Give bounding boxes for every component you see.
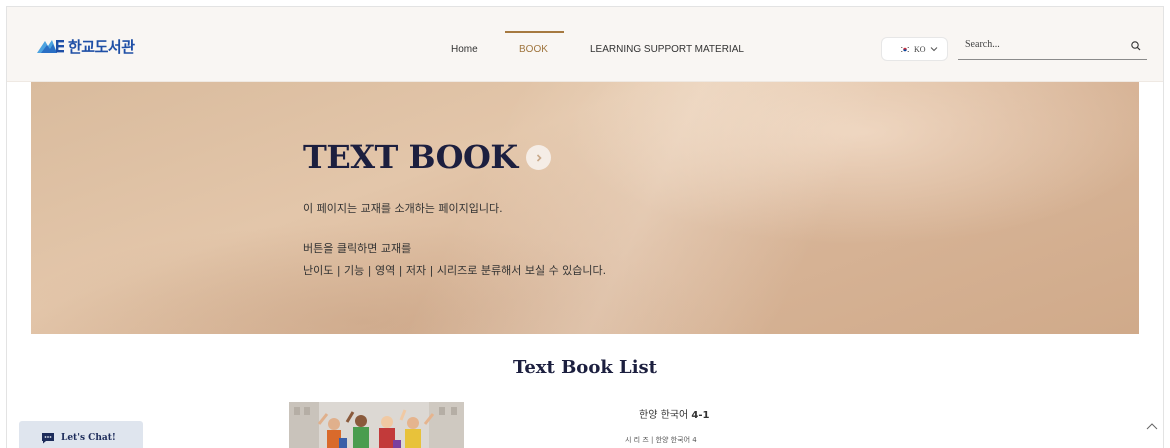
- nav-item-learning-support[interactable]: LEARNING SUPPORT MATERIAL: [590, 31, 744, 71]
- hero-description-line-3: 난이도 | 기능 | 영역 | 저자 | 시리즈로 분류해서 보실 수 있습니다…: [303, 264, 607, 277]
- hero-description-line-1: 이 페이지는 교재를 소개하는 페이지입니다.: [303, 202, 503, 215]
- search-input[interactable]: [965, 39, 1115, 50]
- hero-banner: TEXT BOOK 이 페이지는 교재를 소개하는 페이지입니다. 버튼을 클릭…: [31, 82, 1139, 334]
- search-box: [958, 33, 1147, 60]
- hero-title: TEXT BOOK: [303, 138, 518, 176]
- hero-background-texture: [31, 82, 1139, 334]
- chevron-up-icon: [1144, 420, 1160, 439]
- book-name[interactable]: 한양 한국어 4-1: [639, 406, 709, 421]
- site-header: 한교도서관 Home BOOK LEARNING SUPPORT MATERIA…: [7, 7, 1163, 82]
- nav-item-home[interactable]: Home: [451, 31, 478, 71]
- hero-arrow-button[interactable]: [526, 145, 551, 170]
- chevron-right-icon: [534, 148, 544, 167]
- book-list-title: Text Book List: [513, 357, 657, 378]
- chat-label: Let's Chat!: [61, 433, 116, 443]
- book-cover-image[interactable]: [289, 402, 464, 448]
- search-icon[interactable]: [1129, 38, 1143, 52]
- language-selector[interactable]: KO: [881, 37, 948, 61]
- book-volume: 4-1: [691, 410, 710, 421]
- book-name-prefix: 한양 한국어: [639, 410, 692, 421]
- page-frame: 한교도서관 Home BOOK LEARNING SUPPORT MATERIA…: [6, 6, 1164, 448]
- scroll-to-top-button[interactable]: [1144, 419, 1160, 435]
- chevron-down-icon: [930, 45, 938, 54]
- book-series: 시 리 즈 | 한양 한국어 4: [625, 436, 697, 444]
- korea-flag-icon: [900, 45, 910, 53]
- lets-chat-button[interactable]: Let's Chat!: [19, 421, 143, 448]
- language-code: KO: [914, 44, 926, 54]
- hero-description-line-2: 버튼을 클릭하면 교재를: [303, 242, 412, 255]
- chat-icon: [41, 429, 55, 448]
- nav-item-book[interactable]: BOOK: [505, 31, 564, 71]
